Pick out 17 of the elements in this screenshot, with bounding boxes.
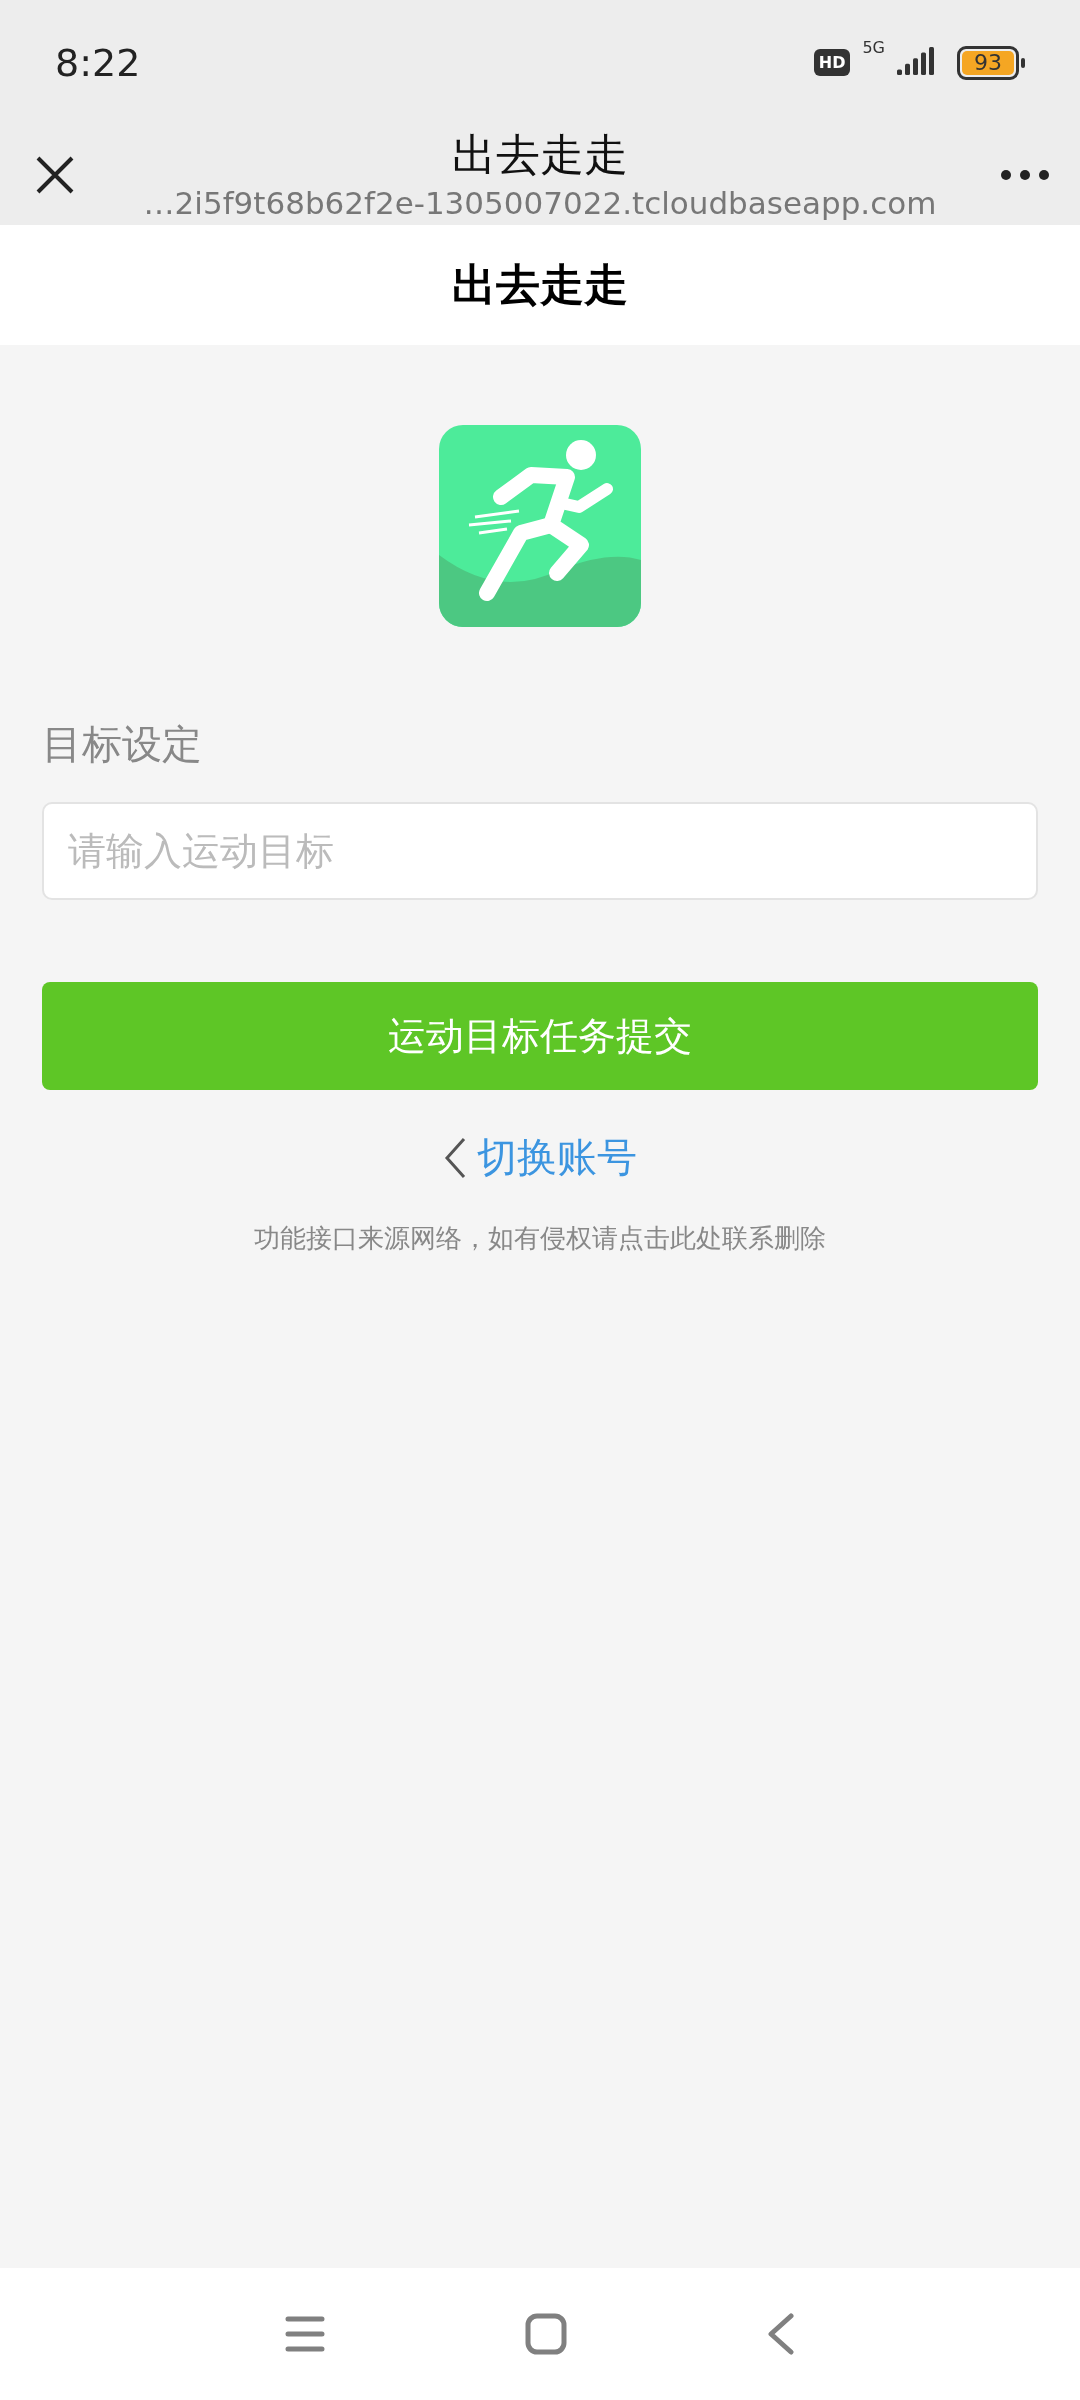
back-button[interactable]	[767, 2313, 795, 2355]
chevron-left-icon	[443, 1135, 467, 1180]
more-button[interactable]	[1000, 169, 1050, 181]
page-title: 出去走走	[452, 257, 628, 312]
submit-button[interactable]: 运动目标任务提交	[42, 982, 1038, 1090]
close-button[interactable]	[35, 155, 75, 195]
network-label: 5G	[862, 37, 885, 57]
page-url: …2i5f9t68b62f2e-1305007022.tcloudbaseapp.com	[143, 184, 937, 223]
home-button[interactable]	[525, 2313, 567, 2355]
browser-title: 出去走走	[452, 128, 628, 182]
hd-badge: HD	[813, 49, 851, 76]
goal-input[interactable]: 请输入运动目标	[42, 802, 1038, 900]
notice-text: 功能接口来源网络，如有侵权请点击此处联系删除	[254, 1222, 826, 1255]
status-time: 8:22	[55, 40, 141, 85]
goal-label: 目标设定	[42, 720, 203, 769]
switch-account-link[interactable]: 切换账号	[443, 1130, 637, 1185]
menu-button[interactable]	[285, 2315, 325, 2353]
